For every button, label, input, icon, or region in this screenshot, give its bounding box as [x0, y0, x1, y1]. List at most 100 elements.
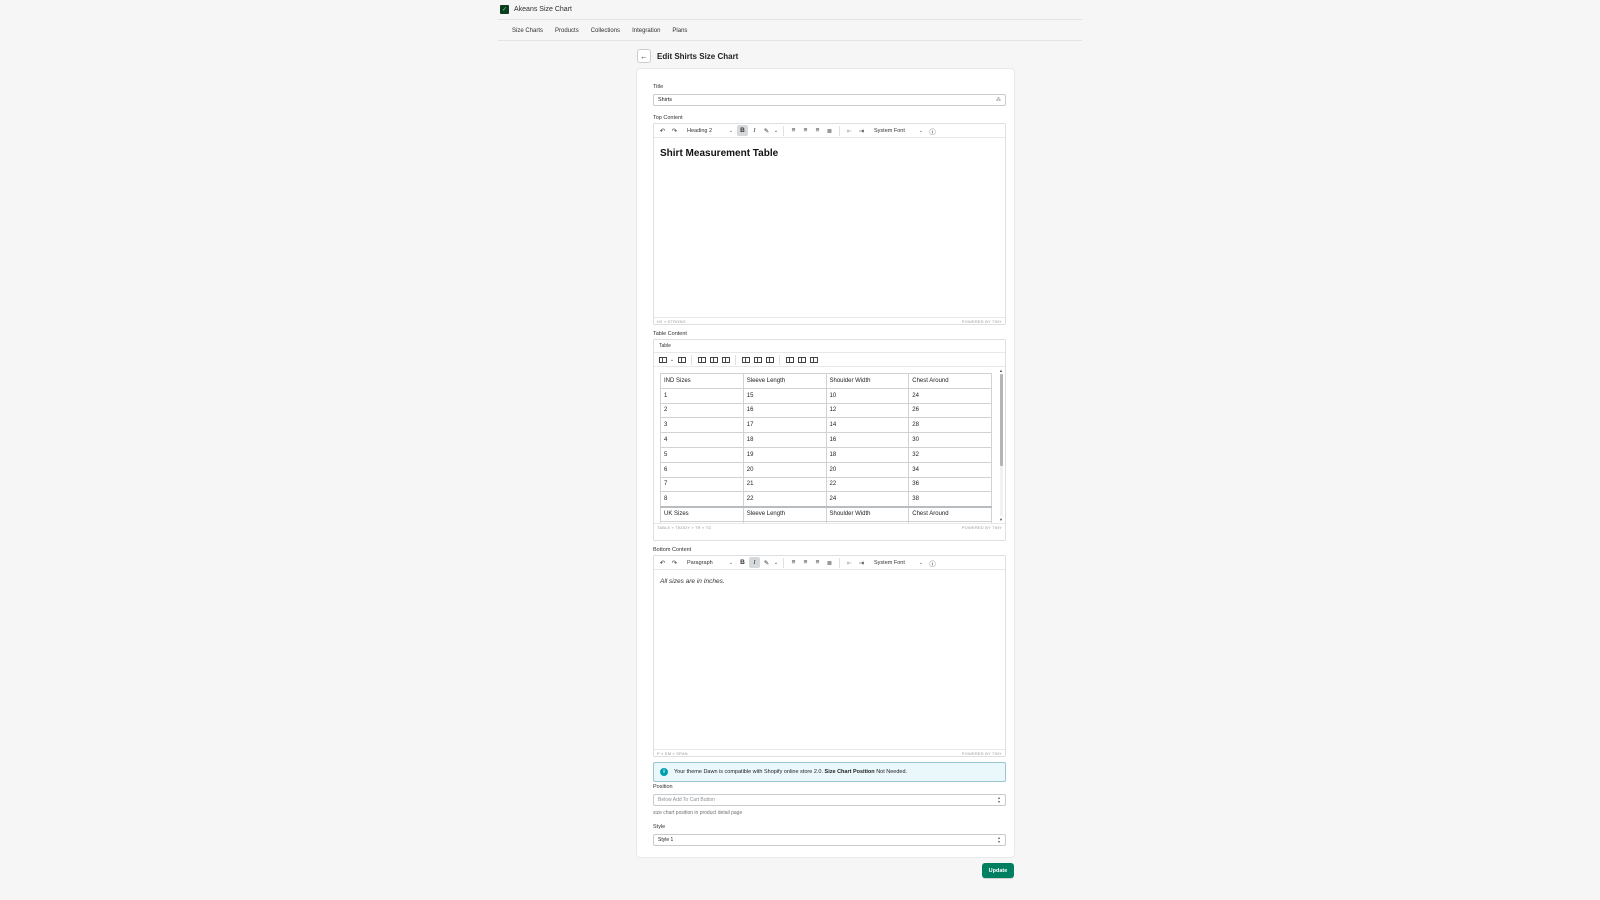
table-row-properties-icon[interactable]	[696, 354, 707, 365]
table-cell[interactable]: 32	[908, 446, 992, 463]
table-cell[interactable]: 14	[825, 417, 910, 434]
table-cell[interactable]: 30	[908, 432, 992, 448]
table-cell[interactable]: 15	[742, 387, 827, 404]
style-select[interactable]: Style 1 ▴ ▾	[653, 834, 1006, 846]
bold-icon[interactable]: B	[737, 557, 748, 568]
table-cell[interactable]: 24	[908, 387, 992, 404]
back-button[interactable]: ←	[637, 49, 651, 63]
table-cell[interactable]: 16	[742, 402, 827, 419]
nav-collections[interactable]: Collections	[585, 28, 626, 34]
table-title-input[interactable]: Table	[654, 340, 1005, 353]
outdent-icon[interactable]: ⇤	[844, 557, 855, 568]
text-color-icon[interactable]: ✎	[761, 557, 772, 568]
table-cell[interactable]: 21	[742, 476, 827, 493]
delete-row-icon[interactable]	[764, 354, 775, 365]
table-cell[interactable]: 4	[660, 432, 744, 448]
insert-table-icon[interactable]	[657, 354, 668, 365]
redo-icon[interactable]: ↷	[669, 125, 680, 136]
table-editor-content[interactable]: IND Sizes Sleeve Length Shoulder Width Ches…	[654, 367, 1005, 523]
table-cell[interactable]: 24	[825, 491, 910, 508]
table-cell[interactable]: 8	[660, 491, 744, 508]
table-cell[interactable]: UK Sizes	[660, 505, 744, 522]
top-editor-content[interactable]: Shirt Measurement Table	[654, 138, 1005, 317]
insert-column-before-icon[interactable]	[784, 354, 795, 365]
align-justify-icon[interactable]: ≣	[824, 125, 835, 136]
table-cell[interactable]: 23	[908, 520, 992, 523]
font-family-select[interactable]: System Font ⌄	[871, 557, 926, 568]
table-cell[interactable]: 20	[742, 461, 827, 478]
table-cell[interactable]: Shoulder Width	[825, 505, 910, 522]
scroll-down-icon[interactable]: ▼	[999, 517, 1003, 522]
align-center-icon[interactable]: ≡	[800, 557, 811, 568]
align-justify-icon[interactable]: ≣	[824, 557, 835, 568]
table-cell[interactable]: 1	[660, 520, 744, 523]
table-cell[interactable]: 5	[660, 446, 744, 463]
table-scrollbar[interactable]: ▲ ▼	[999, 368, 1004, 522]
table-cell[interactable]: 2	[660, 402, 744, 419]
table-cell-properties-icon[interactable]	[708, 354, 719, 365]
scroll-thumb[interactable]	[1000, 374, 1003, 466]
table-cell[interactable]: 22	[825, 476, 910, 493]
table-cell[interactable]: 28	[908, 417, 992, 434]
indent-icon[interactable]: ⇥	[856, 557, 867, 568]
title-input[interactable]: Shirts ⁂	[653, 94, 1006, 106]
chevron-down-icon[interactable]: ⌄	[669, 354, 675, 365]
table-properties-icon[interactable]	[676, 354, 687, 365]
table-cell[interactable]: 6	[660, 461, 744, 478]
bottom-editor-content[interactable]: All sizes are in Inches.	[654, 570, 1005, 749]
align-left-icon[interactable]: ≡	[788, 125, 799, 136]
insert-column-after-icon[interactable]	[796, 354, 807, 365]
redo-icon[interactable]: ↷	[669, 557, 680, 568]
table-cell[interactable]: 18	[825, 446, 910, 463]
chevron-down-icon[interactable]: ⌄	[773, 125, 779, 136]
table-cell[interactable]: 36	[908, 476, 992, 493]
nav-plans[interactable]: Plans	[666, 28, 693, 34]
table-cell[interactable]: Chest Around	[908, 505, 992, 522]
block-format-select[interactable]: Paragraph ⌄	[684, 557, 736, 568]
table-cell[interactable]: 11	[825, 520, 910, 523]
table-cell[interactable]: Sleeve Length	[742, 505, 827, 522]
undo-icon[interactable]: ↶	[657, 557, 668, 568]
align-left-icon[interactable]: ≡	[788, 557, 799, 568]
table-cell[interactable]: 12	[825, 402, 910, 419]
table-cell[interactable]: 3	[660, 417, 744, 434]
table-cell[interactable]: 1	[660, 387, 744, 404]
font-family-select[interactable]: System Font ⌄	[871, 125, 926, 136]
bold-icon[interactable]: B	[737, 125, 748, 136]
delete-table-icon[interactable]	[720, 354, 731, 365]
italic-icon[interactable]: I	[749, 125, 760, 136]
table-cell[interactable]: 17	[742, 417, 827, 434]
help-icon[interactable]: ⓘ	[927, 557, 938, 568]
table-cell[interactable]: 16	[825, 432, 910, 448]
table-cell[interactable]: Shoulder Width	[825, 373, 910, 389]
table-cell[interactable]: 18	[742, 520, 827, 523]
italic-icon[interactable]: I	[749, 557, 760, 568]
nav-products[interactable]: Products	[549, 28, 585, 34]
position-select[interactable]: Below Add To Cart Button ▴ ▾	[653, 794, 1006, 806]
insert-row-after-icon[interactable]	[752, 354, 763, 365]
align-right-icon[interactable]: ≡	[812, 557, 823, 568]
table-cell[interactable]: 7	[660, 476, 744, 493]
table-cell[interactable]: 18	[742, 432, 827, 448]
table-cell[interactable]: 26	[908, 402, 992, 419]
align-center-icon[interactable]: ≡	[800, 125, 811, 136]
nav-size-charts[interactable]: Size Charts	[506, 28, 549, 34]
outdent-icon[interactable]: ⇤	[844, 125, 855, 136]
chevron-down-icon[interactable]: ⌄	[773, 557, 779, 568]
insert-row-before-icon[interactable]	[740, 354, 751, 365]
table-cell[interactable]: 34	[908, 461, 992, 478]
nav-integration[interactable]: Integration	[626, 28, 666, 34]
table-cell[interactable]: 20	[825, 461, 910, 478]
delete-column-icon[interactable]	[808, 354, 819, 365]
table-cell[interactable]: Chest Around	[908, 373, 992, 389]
block-format-select[interactable]: Heading 2 ⌄	[684, 125, 736, 136]
table-cell[interactable]: 19	[742, 446, 827, 463]
text-color-icon[interactable]: ✎	[761, 125, 772, 136]
scroll-up-icon[interactable]: ▲	[999, 368, 1003, 373]
table-cell[interactable]: Sleeve Length	[742, 373, 827, 389]
table-cell[interactable]: 22	[742, 491, 827, 508]
update-button[interactable]: Update	[982, 863, 1014, 878]
align-right-icon[interactable]: ≡	[812, 125, 823, 136]
undo-icon[interactable]: ↶	[657, 125, 668, 136]
indent-icon[interactable]: ⇥	[856, 125, 867, 136]
